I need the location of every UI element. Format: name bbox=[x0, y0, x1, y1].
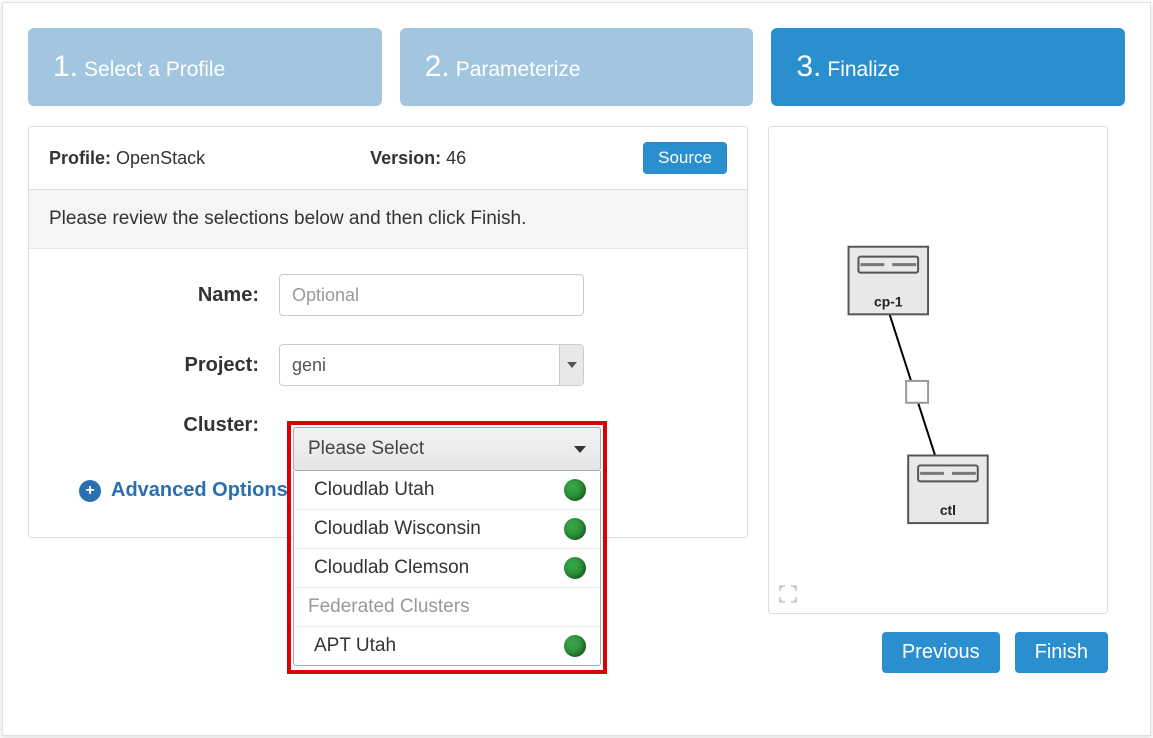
svg-text:cp-1: cp-1 bbox=[874, 293, 903, 309]
profile-info: Profile: OpenStack bbox=[49, 148, 205, 169]
project-value: geni bbox=[292, 355, 326, 376]
project-label: Project: bbox=[49, 354, 279, 377]
review-instructions: Please review the selections below and t… bbox=[29, 190, 747, 249]
step-label: Finalize bbox=[827, 58, 899, 82]
plus-icon: + bbox=[79, 480, 101, 502]
step-finalize[interactable]: 3. Finalize bbox=[771, 28, 1125, 106]
cluster-option-apt-utah[interactable]: APT Utah bbox=[294, 627, 600, 665]
step-select-profile[interactable]: 1. Select a Profile bbox=[28, 28, 382, 106]
topology-panel: cp-1 ctl bbox=[768, 126, 1108, 614]
content-row: Profile: OpenStack Version: 46 Source Pl… bbox=[28, 126, 1125, 673]
status-dot-icon bbox=[564, 557, 586, 579]
step-label: Select a Profile bbox=[84, 58, 225, 82]
footer-buttons: Previous Finish bbox=[768, 632, 1108, 673]
finish-button[interactable]: Finish bbox=[1015, 632, 1108, 673]
source-button[interactable]: Source bbox=[643, 142, 727, 174]
expand-icon[interactable] bbox=[779, 585, 797, 603]
status-dot-icon bbox=[564, 635, 586, 657]
cluster-group-federated: Federated Clusters bbox=[294, 588, 600, 627]
cluster-select-header[interactable]: Please Select bbox=[293, 427, 601, 471]
cluster-option-cloudlab-clemson[interactable]: Cloudlab Clemson bbox=[294, 549, 600, 588]
topology-node-cp1[interactable]: cp-1 bbox=[849, 247, 929, 315]
cluster-selected-value: Please Select bbox=[308, 438, 424, 460]
status-dot-icon bbox=[564, 518, 586, 540]
project-select[interactable]: geni bbox=[279, 344, 584, 386]
cluster-option-list: Cloudlab Utah Cloudlab Wisconsin Cloudla… bbox=[293, 471, 601, 666]
left-column: Profile: OpenStack Version: 46 Source Pl… bbox=[28, 126, 748, 538]
chevron-down-icon bbox=[559, 345, 583, 385]
form-area: Name: Project: geni bbox=[29, 249, 747, 537]
step-label: Parameterize bbox=[456, 58, 581, 82]
step-tabs: 1. Select a Profile 2. Parameterize 3. F… bbox=[28, 28, 1125, 106]
previous-button[interactable]: Previous bbox=[882, 632, 1000, 673]
project-row: Project: geni bbox=[49, 344, 727, 386]
name-input[interactable] bbox=[279, 274, 584, 316]
step-parameterize[interactable]: 2. Parameterize bbox=[400, 28, 754, 106]
cluster-dropdown-open: Please Select Cloudlab Utah Cloudlab Wis… bbox=[287, 421, 607, 674]
advanced-options-link[interactable]: Advanced Options bbox=[111, 479, 288, 502]
name-label: Name: bbox=[49, 284, 279, 307]
cluster-option-cloudlab-wisconsin[interactable]: Cloudlab Wisconsin bbox=[294, 510, 600, 549]
topology-node-ctl[interactable]: ctl bbox=[908, 455, 988, 523]
page-container: 1. Select a Profile 2. Parameterize 3. F… bbox=[2, 2, 1151, 736]
version-info: Version: 46 bbox=[370, 148, 466, 169]
name-row: Name: bbox=[49, 274, 727, 316]
topology-svg: cp-1 ctl bbox=[769, 127, 1107, 613]
topology-midpoint bbox=[906, 381, 928, 403]
cluster-label: Cluster: bbox=[49, 414, 279, 437]
cluster-option-cloudlab-utah[interactable]: Cloudlab Utah bbox=[294, 471, 600, 510]
finalize-panel: Profile: OpenStack Version: 46 Source Pl… bbox=[28, 126, 748, 538]
status-dot-icon bbox=[564, 479, 586, 501]
panel-header: Profile: OpenStack Version: 46 Source bbox=[29, 127, 747, 190]
caret-down-icon bbox=[574, 446, 586, 453]
right-column: cp-1 ctl bbox=[768, 126, 1108, 673]
svg-text:ctl: ctl bbox=[940, 502, 956, 518]
